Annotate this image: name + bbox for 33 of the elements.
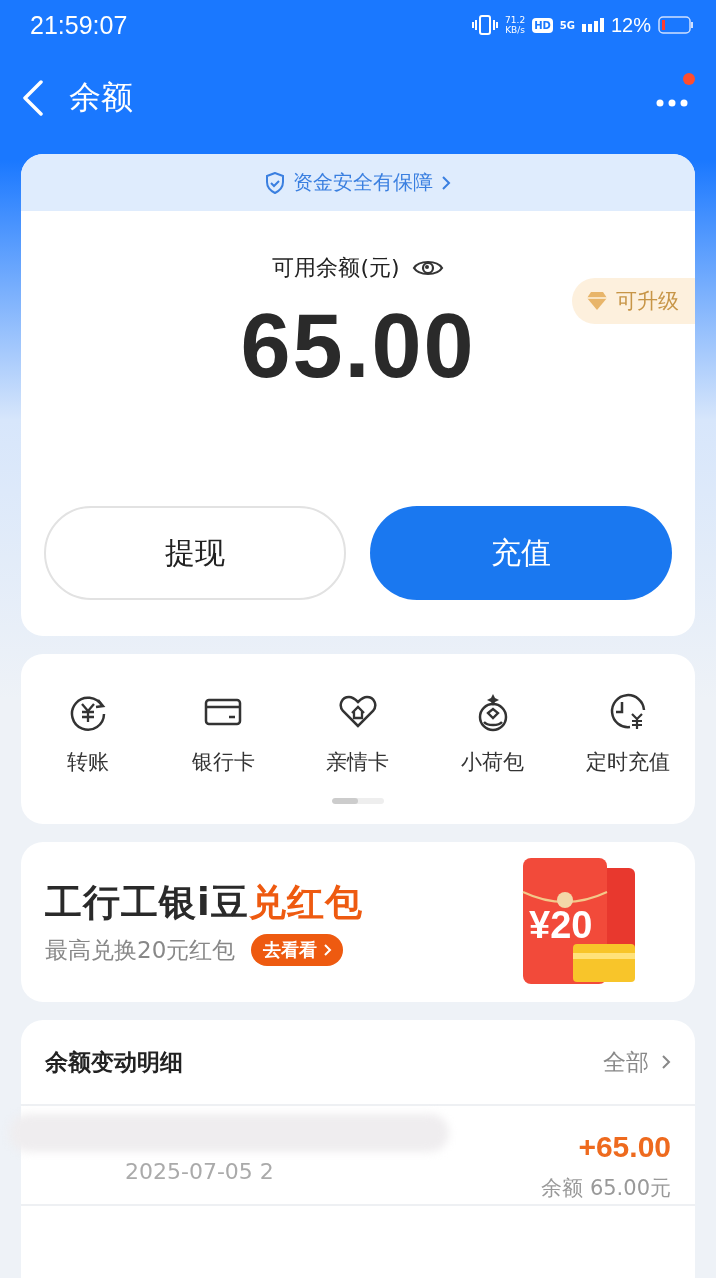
status-time: 21:59:07 <box>30 10 128 40</box>
chevron-right-icon <box>661 1054 671 1070</box>
chevron-right-icon <box>441 174 451 191</box>
transaction-date: 2025-07-05 2 <box>125 1159 274 1184</box>
diamond-icon <box>586 291 608 311</box>
shortcut-item[interactable]: 小荷包 <box>432 692 553 776</box>
balance-label: 可用余额(元) <box>272 254 400 282</box>
shortcut-item[interactable]: 定时充值 <box>567 692 688 776</box>
shortcut-item[interactable]: 银行卡 <box>163 692 284 776</box>
promo-title: 工行工银i豆兑红包 <box>45 880 363 926</box>
vibrate-icon <box>472 14 499 36</box>
section-title: 余额变动明细 <box>45 1047 183 1077</box>
page-title: 余额 <box>69 77 134 118</box>
chevron-right-icon <box>323 943 334 957</box>
shortcut-item[interactable]: 亲情卡 <box>298 692 418 776</box>
back-icon[interactable] <box>21 80 45 116</box>
balance-after: 余额 65.00元 <box>541 1175 671 1202</box>
promo-subtitle: 最高兑换20元红包 <box>45 935 236 965</box>
signal-icon <box>581 18 604 32</box>
security-text: 资金安全有保障 <box>293 169 433 196</box>
recharge-button[interactable]: 充值 <box>370 506 672 600</box>
transaction-amount: +65.00 <box>578 1130 671 1164</box>
hd-badge: HD <box>532 17 553 33</box>
network-speed: 71.2 KB/s <box>505 15 526 35</box>
battery-percent: 12% <box>610 13 651 37</box>
shield-icon <box>265 171 285 194</box>
view-all-link[interactable]: 全部 <box>603 1046 671 1078</box>
battery-icon <box>658 15 694 35</box>
network-type: 5G <box>559 19 575 31</box>
withdraw-button[interactable]: 提现 <box>44 506 346 600</box>
shortcut-item[interactable]: 转账 <box>28 692 149 776</box>
balance-amount: 65.00 <box>240 295 476 398</box>
more-icon[interactable] <box>655 97 689 108</box>
